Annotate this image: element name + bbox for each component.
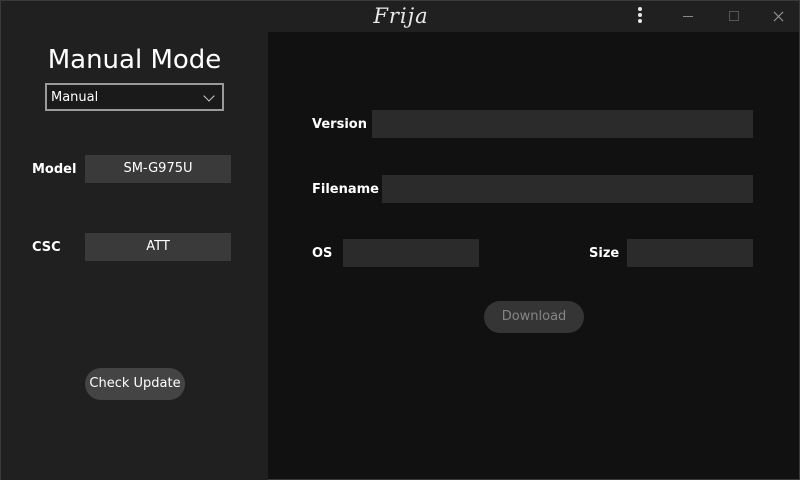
csc-field[interactable]: ATT [85, 233, 231, 261]
title-bar[interactable]: Frija [1, 1, 799, 32]
os-field[interactable] [343, 239, 479, 267]
version-field[interactable] [372, 110, 753, 138]
version-label: Version [312, 117, 367, 132]
model-label: Model [32, 162, 77, 177]
os-label: OS [312, 246, 333, 261]
more-vert-icon[interactable] [634, 7, 646, 27]
sidebar: Manual Mode Manual Model SM-G975U CSC AT… [1, 32, 268, 480]
csc-label: CSC [32, 240, 61, 255]
mode-select-value: Manual [51, 90, 99, 105]
filename-label: Filename [312, 182, 379, 197]
mode-select[interactable]: Manual [45, 83, 224, 111]
download-button[interactable]: Download [484, 301, 584, 333]
maximize-icon[interactable] [711, 1, 757, 32]
close-icon[interactable] [755, 1, 800, 32]
filename-field[interactable] [382, 175, 753, 203]
mode-heading: Manual Mode [47, 45, 222, 75]
app-window: Frija Manual Mode Manual Model SM-G975U … [0, 0, 800, 480]
size-label: Size [589, 246, 620, 261]
model-field[interactable]: SM-G975U [85, 155, 231, 183]
check-update-button[interactable]: Check Update [85, 368, 185, 400]
minimize-icon[interactable] [665, 1, 711, 32]
chevron-down-icon [203, 90, 215, 102]
size-field[interactable] [627, 239, 753, 267]
